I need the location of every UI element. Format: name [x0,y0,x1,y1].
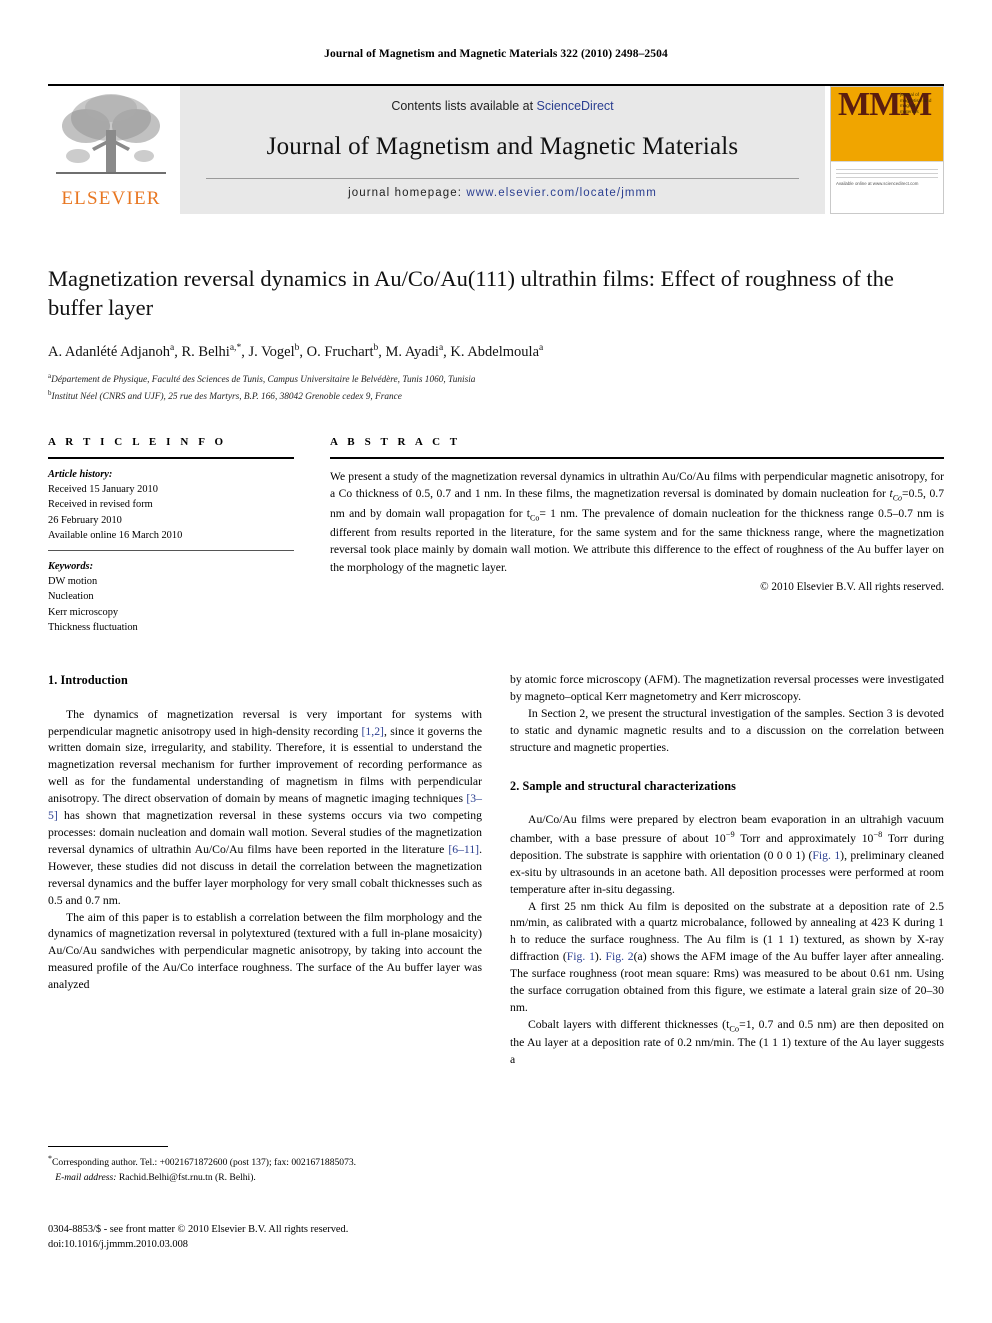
page-title: Magnetization reversal dynamics in Au/Co… [48,266,894,321]
email-label: E-mail address: [55,1171,117,1183]
figure-link-fig1[interactable]: Fig. 1 [812,849,840,862]
cover-footer-area: Available online at www.sciencedirect.co… [831,162,943,213]
sec2-paragraph-2: A first 25 nm thick Au film is deposited… [510,899,944,1017]
abstract-heading: A B S T R A C T [330,436,461,448]
footnote-block: *Corresponding author. Tel.: +0021671872… [48,1146,482,1185]
elsevier-logo: ELSEVIER [48,86,174,214]
keyword-item: Kerr microscopy [48,606,119,618]
intro-paragraph-2: The aim of this paper is to establish a … [48,910,482,992]
article-history: Article history: Received 15 January 201… [48,467,294,543]
sec2-exponent-1: −9 [725,830,735,840]
body-column-left: 1. Introduction The dynamics of magnetiz… [48,672,482,994]
abstract-text: We present a study of the magnetization … [330,468,944,576]
sciencedirect-link[interactable]: ScienceDirect [537,99,614,113]
affiliation-a: aDépartement de Physique, Faculté des Sc… [48,372,476,386]
history-item: Received 15 January 2010 [48,484,158,496]
section-heading-sample: 2. Sample and structural characterizatio… [510,778,736,793]
article-info-rule [48,457,294,459]
keyword-item: DW motion [48,576,98,588]
keyword-item: Nucleation [48,591,94,603]
affiliation-list: aDépartement de Physique, Faculté des Sc… [48,371,944,405]
abstract-symbol-sub: Co [892,493,903,503]
cover-rule [836,169,938,170]
abstract-copyright: © 2010 Elsevier B.V. All rights reserved… [760,581,944,594]
imprint-block: 0304-8853/$ - see front matter © 2010 El… [48,1222,482,1252]
right-paragraph-2: In Section 2, we present the structural … [510,706,944,754]
cover-rule [836,173,938,174]
citation-1-2[interactable]: [1,2] [362,725,384,738]
history-item: Available online 16 March 2010 [48,529,183,541]
figure-link-fig2[interactable]: Fig. 2 [606,950,634,963]
cover-title-text: journal of magnetism and magnetic materi… [900,92,932,115]
author-list: A. Adanlété Adjanoha, R. Belhia,*, J. Vo… [48,343,544,360]
sec2-p3-a: Cobalt layers with different thicknesses… [528,1017,730,1031]
imprint-line-2[interactable]: doi:10.1016/j.jmmm.2010.03.008 [48,1237,482,1252]
abstract-rule [330,457,944,459]
journal-masthead: ELSEVIER Contents lists available at Sci… [48,84,944,214]
banner-divider [205,178,800,179]
elsevier-tree-icon [56,94,166,174]
corresponding-author-note: *Corresponding author. Tel.: +0021671872… [48,1153,482,1171]
history-item: Received in revised form [48,499,153,511]
running-head: Journal of Magnetism and Magnetic Materi… [324,48,668,60]
abstract-part-1: We present a study of the magnetization … [330,470,944,501]
citation-6-11[interactable]: [6–11] [448,843,479,856]
keywords-divider [48,549,294,551]
footnote-rule [48,1146,168,1147]
sciencedirect-banner: Contents lists available at ScienceDirec… [180,86,825,214]
intro-paragraph-1: The dynamics of magnetization reversal i… [48,707,482,910]
sec2-subscript-co: Co [729,1024,740,1034]
journal-title: Journal of Magnetism and Magnetic Materi… [266,133,739,160]
sec2-p2-b: ). [594,950,606,964]
sec2-exponent-2: −8 [873,830,883,840]
journal-homepage-line: journal homepage: www.elsevier.com/locat… [348,187,657,199]
keyword-item: Thickness fluctuation [48,621,138,633]
article-info-block: A R T I C L E I N F O Article history: R… [48,436,294,635]
affiliation-a-text: Département de Physique, Faculté des Sci… [51,375,476,386]
body-column-right: by atomic force microscopy (AFM). The ma… [510,672,944,1069]
homepage-prefix: journal homepage: [348,187,467,199]
abstract-symbol-sub2: Co [529,513,540,523]
sec2-p1-b: Torr and approximately 10 [734,831,874,845]
sec2-paragraph-1: Au/Co/Au films were prepared by electron… [510,812,944,898]
article-info-heading: A R T I C L E I N F O [48,436,227,448]
email-value[interactable]: Rachid.Belhi@fst.rnu.tn (R. Belhi). [119,1172,256,1183]
keywords-label: Keywords: [48,560,94,572]
right-paragraph-1: by atomic force microscopy (AFM). The ma… [510,673,944,703]
sec2-paragraph-3: Cobalt layers with different thicknesses… [510,1017,944,1069]
paper-page: Journal of Magnetism and Magnetic Materi… [0,0,992,1323]
cover-artwork: MMM journal of magnetism and magnetic ma… [831,87,943,162]
imprint-line-1: 0304-8853/$ - see front matter © 2010 El… [48,1224,349,1235]
figure-link-fig1[interactable]: Fig. 1 [567,950,595,963]
article-history-label: Article history: [48,469,113,480]
corresponding-author-text: Corresponding author. Tel.: +00216718726… [52,1157,357,1169]
abstract-block: A B S T R A C T We present a study of th… [330,436,944,593]
keywords-block: Keywords: DW motion Nucleation Kerr micr… [48,559,294,635]
cover-footer-text: Available online at www.sciencedirect.co… [836,181,919,186]
intro-p1-c: has shown that magnetization reversal in… [48,809,482,856]
cover-rule [836,177,938,178]
journal-homepage-link[interactable]: www.elsevier.com/locate/jmmm [466,187,657,199]
affiliation-b: bInstitut Néel (CNRS and UJF), 25 rue de… [48,389,402,403]
affiliation-b-text: Institut Néel (CNRS and UJF), 25 rue des… [51,392,402,403]
email-note: E-mail address: Rachid.Belhi@fst.rnu.tn … [48,1171,482,1185]
elsevier-wordmark: ELSEVIER [61,188,161,209]
contents-prefix: Contents lists available at [391,99,537,113]
contents-available-line: Contents lists available at ScienceDirec… [391,99,613,113]
history-item: 26 February 2010 [48,514,122,526]
section-heading-introduction: 1. Introduction [48,673,128,687]
journal-cover-thumbnail: MMM journal of magnetism and magnetic ma… [830,86,944,214]
